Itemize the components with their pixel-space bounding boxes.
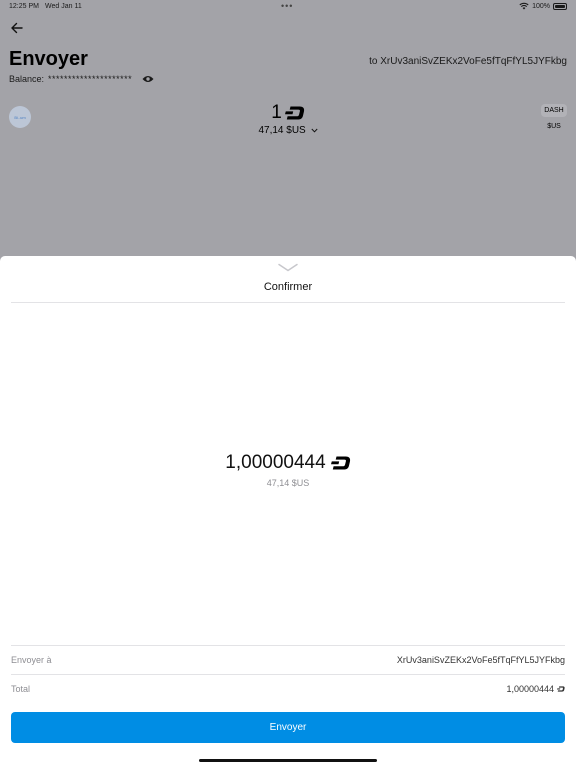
multitasking-dots[interactable]: ••• [281,1,293,11]
balance-label: Balance: [9,74,45,84]
row-total-value-group: 1,00000444 [506,684,565,694]
row-recipient-value: XrUv3aniSvZEKx2VoFe5fTqFfYL5JYFkbg [396,655,565,665]
send-button[interactable]: Envoyer [11,712,565,743]
balance-hidden-value: ********************* [48,74,133,84]
sheet-header-divider [11,302,565,303]
confirm-amount-value: 1,00000444 [225,452,326,473]
amount-fiat-value: 47,14 $US [258,125,306,136]
row-recipient-label: Envoyer à [11,655,52,665]
battery-percent: 100% [532,2,550,10]
currency-toggle-primary[interactable]: DASH [541,104,567,117]
battery-icon [553,2,567,10]
row-total-label: Total [11,684,31,694]
status-bar: 12:25 PM Wed Jan 11 ••• 100% [0,0,576,14]
currency-toggle-secondary[interactable]: $US [541,120,567,132]
amount-value: 1 [271,102,282,123]
row-total-value: 1,00000444 [506,684,554,694]
row-recipient: Envoyer à XrUv3aniSvZEKx2VoFe5fTqFfYL5JY… [11,646,565,674]
status-indicators: 100% [519,2,567,10]
dash-logo-icon [284,106,304,120]
dash-small-icon [557,686,565,692]
row-total: Total 1,00000444 [11,675,565,703]
eye-icon[interactable] [142,75,154,83]
balance-row: Balance: ********************* [9,74,154,84]
confirm-fiat-value: 47,14 $US [266,478,310,488]
dash-logo-icon [330,456,350,470]
amount-input-display[interactable]: 1 [0,102,576,124]
sheet-chevron-icon[interactable] [278,263,298,272]
recipient-address: to XrUv3aniSvZEKx2VoFe5fTqFfYL5JYFkbg [369,56,567,67]
amount-fiat-selector[interactable]: 47,14 $US [0,125,576,136]
wifi-icon [519,2,529,10]
confirm-amount: 1,00000444 [0,452,576,474]
confirm-sheet: Confirmer 1,00000444 47,14 $US Envoyer à… [0,256,576,768]
status-time: 12:25 PM [9,3,39,10]
sheet-title: Confirmer [263,281,313,293]
home-indicator[interactable] [199,759,377,762]
status-date: Wed Jan 11 [45,3,82,10]
page-title: Envoyer [9,48,88,70]
arrow-left-icon[interactable] [9,20,25,36]
chevron-down-icon [310,128,318,133]
